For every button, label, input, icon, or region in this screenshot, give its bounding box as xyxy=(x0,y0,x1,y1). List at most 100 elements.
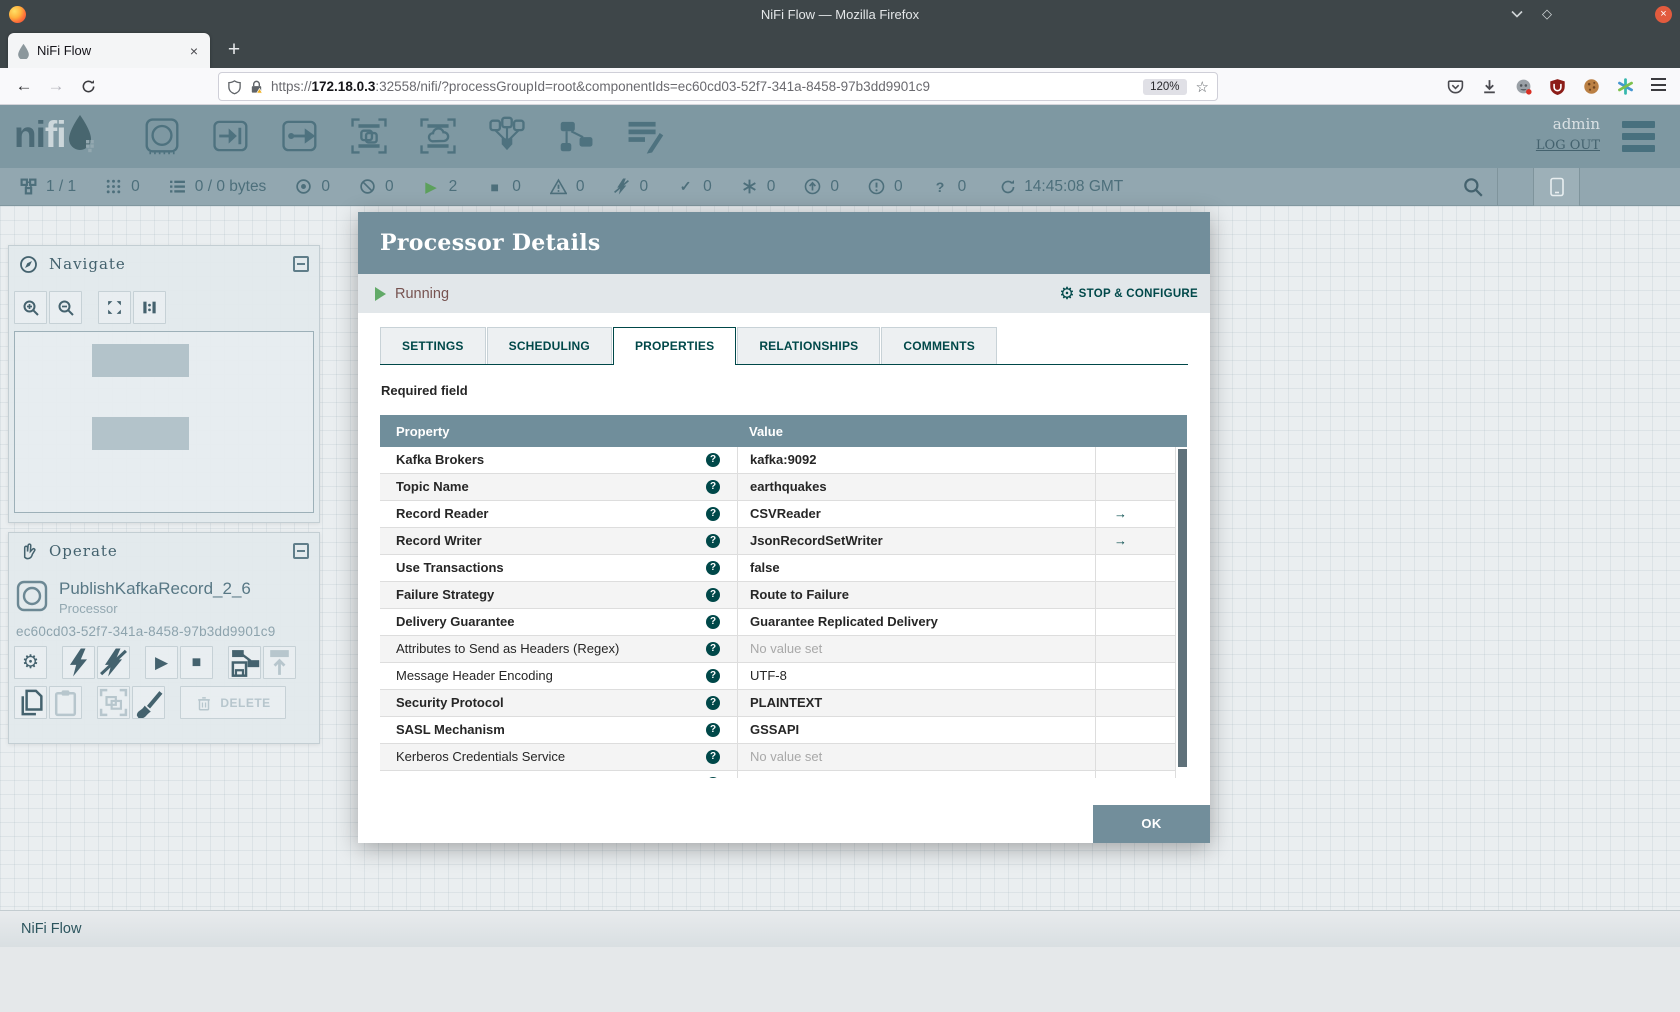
processor-tool-icon[interactable] xyxy=(142,114,182,158)
table-row: Delivery Guarantee? Guarantee Replicated … xyxy=(380,609,1175,636)
zoom-out-button[interactable] xyxy=(49,291,82,324)
template-tool-icon[interactable] xyxy=(556,114,596,158)
property-value[interactable]: No value set xyxy=(737,636,1095,662)
tab-relationships[interactable]: RELATIONSHIPS xyxy=(737,327,881,364)
bookmark-star-icon[interactable]: ☆ xyxy=(1196,78,1209,96)
shield-icon[interactable] xyxy=(227,79,242,95)
property-value[interactable]: JsonRecordSetWriter xyxy=(737,528,1095,554)
property-value[interactable]: Guarantee Replicated Delivery xyxy=(737,609,1095,635)
help-icon[interactable]: ? xyxy=(706,453,720,467)
tab-scheduling[interactable]: SCHEDULING xyxy=(486,327,612,364)
status-transmitting: 0 xyxy=(295,178,330,196)
cookie-extension-icon[interactable] xyxy=(1583,78,1600,95)
help-icon[interactable]: ? xyxy=(706,507,720,521)
help-icon[interactable]: ? xyxy=(706,669,720,683)
help-icon[interactable]: ? xyxy=(706,696,720,710)
search-icon[interactable] xyxy=(1462,176,1484,198)
tab-close-icon[interactable]: × xyxy=(187,43,201,59)
property-value[interactable]: kafka:9092 xyxy=(737,447,1095,473)
zoom-fit-button[interactable] xyxy=(98,291,131,324)
operate-collapse-button[interactable] xyxy=(293,543,309,559)
property-value[interactable]: Route to Failure xyxy=(737,582,1095,608)
property-cell: Kafka Brokers? xyxy=(380,447,737,473)
stop-and-configure-button[interactable]: ⚙ STOP & CONFIGURE xyxy=(1059,284,1198,304)
status-queued: 0 / 0 bytes xyxy=(169,178,266,196)
property-value[interactable]: No value set xyxy=(737,771,1095,778)
lock-icon[interactable] xyxy=(249,79,264,95)
remote-process-group-tool-icon[interactable] xyxy=(418,114,458,158)
change-color-button[interactable] xyxy=(132,686,165,719)
property-value[interactable]: GSSAPI xyxy=(737,717,1095,743)
create-template-button[interactable] xyxy=(228,646,261,679)
property-cell: Record Reader? xyxy=(380,501,737,527)
window-maximize-icon[interactable]: ◇ xyxy=(1535,6,1559,22)
window-minimize-icon[interactable] xyxy=(1511,10,1535,18)
property-value[interactable]: earthquakes xyxy=(737,474,1095,500)
downloads-icon[interactable] xyxy=(1481,78,1498,95)
window-close-icon[interactable]: × xyxy=(1655,5,1672,23)
disable-button[interactable] xyxy=(97,646,130,679)
reload-button[interactable] xyxy=(72,79,104,94)
back-button[interactable]: ← xyxy=(8,76,40,96)
copy-button[interactable] xyxy=(14,686,47,719)
browser-menu-button[interactable] xyxy=(1651,78,1666,91)
tab-properties[interactable]: PROPERTIES xyxy=(612,327,737,365)
help-icon[interactable]: ? xyxy=(706,480,720,494)
help-icon[interactable]: ? xyxy=(706,588,720,602)
navigate-collapse-button[interactable] xyxy=(293,256,309,272)
window-titlebar[interactable]: NiFi Flow — Mozilla Firefox ◇ × xyxy=(0,0,1680,28)
property-value[interactable]: CSVReader xyxy=(737,501,1095,527)
property-value[interactable]: PLAINTEXT xyxy=(737,690,1095,716)
help-icon[interactable]: ? xyxy=(706,723,720,737)
forward-button[interactable]: → xyxy=(40,76,72,96)
status-locally-modified-count: 0 xyxy=(766,177,776,195)
tab-comments[interactable]: COMMENTS xyxy=(881,327,997,364)
group-button[interactable] xyxy=(97,686,130,719)
start-button[interactable]: ▶ xyxy=(145,646,178,679)
page-zoom-badge[interactable]: 120% xyxy=(1143,78,1187,95)
go-to-service-arrow-icon[interactable]: → xyxy=(1114,533,1127,548)
help-icon[interactable]: ? xyxy=(706,561,720,575)
logout-link[interactable]: LOG OUT xyxy=(1536,138,1600,153)
go-to-service-arrow-icon[interactable]: → xyxy=(1114,506,1127,521)
zoom-actual-size-button[interactable] xyxy=(133,291,166,324)
configure-button[interactable]: ⚙ xyxy=(14,646,47,679)
enable-button[interactable] xyxy=(62,646,95,679)
url-bar[interactable]: https://172.18.0.3:32558/nifi/?processGr… xyxy=(218,72,1218,101)
refresh-icon[interactable] xyxy=(999,178,1016,195)
table-scrollbar[interactable] xyxy=(1175,447,1187,778)
help-icon[interactable]: ? xyxy=(706,615,720,629)
ok-button[interactable]: OK xyxy=(1093,805,1210,843)
multi-account-extension-icon[interactable] xyxy=(1617,78,1634,95)
help-icon[interactable]: ? xyxy=(706,750,720,764)
new-tab-button[interactable]: + xyxy=(220,36,248,64)
bulletin-board-toggle[interactable] xyxy=(1533,168,1580,206)
property-value[interactable]: No value set xyxy=(737,744,1095,770)
account-mask-extension-icon[interactable] xyxy=(1515,78,1532,95)
tab-settings[interactable]: SETTINGS xyxy=(380,327,486,364)
help-icon[interactable]: ? xyxy=(706,642,720,656)
browser-tab[interactable]: NiFi Flow × xyxy=(8,33,210,68)
delete-button[interactable]: DELETE xyxy=(180,686,286,719)
scrollbar-thumb[interactable] xyxy=(1178,449,1187,767)
property-value[interactable]: UTF-8 xyxy=(737,663,1095,689)
output-port-tool-icon[interactable] xyxy=(280,114,320,158)
pocket-icon[interactable] xyxy=(1447,78,1464,95)
property-value[interactable]: false xyxy=(737,555,1095,581)
label-tool-icon[interactable] xyxy=(625,114,665,158)
breadcrumb[interactable]: NiFi Flow xyxy=(21,921,81,937)
upload-template-button[interactable] xyxy=(263,646,296,679)
url-text[interactable]: https://172.18.0.3:32558/nifi/?processGr… xyxy=(271,79,1143,94)
zoom-in-button[interactable] xyxy=(14,291,47,324)
stop-button[interactable]: ■ xyxy=(180,646,213,679)
goto-service-cell xyxy=(1095,447,1175,473)
navigate-minimap[interactable] xyxy=(14,331,314,513)
ublock-extension-icon[interactable] xyxy=(1549,78,1566,95)
help-icon[interactable]: ? xyxy=(706,777,720,778)
process-group-tool-icon[interactable] xyxy=(349,114,389,158)
input-port-tool-icon[interactable] xyxy=(211,114,251,158)
help-icon[interactable]: ? xyxy=(706,534,720,548)
global-menu-button[interactable] xyxy=(1622,121,1655,152)
funnel-tool-icon[interactable] xyxy=(487,114,527,158)
paste-button[interactable] xyxy=(49,686,82,719)
